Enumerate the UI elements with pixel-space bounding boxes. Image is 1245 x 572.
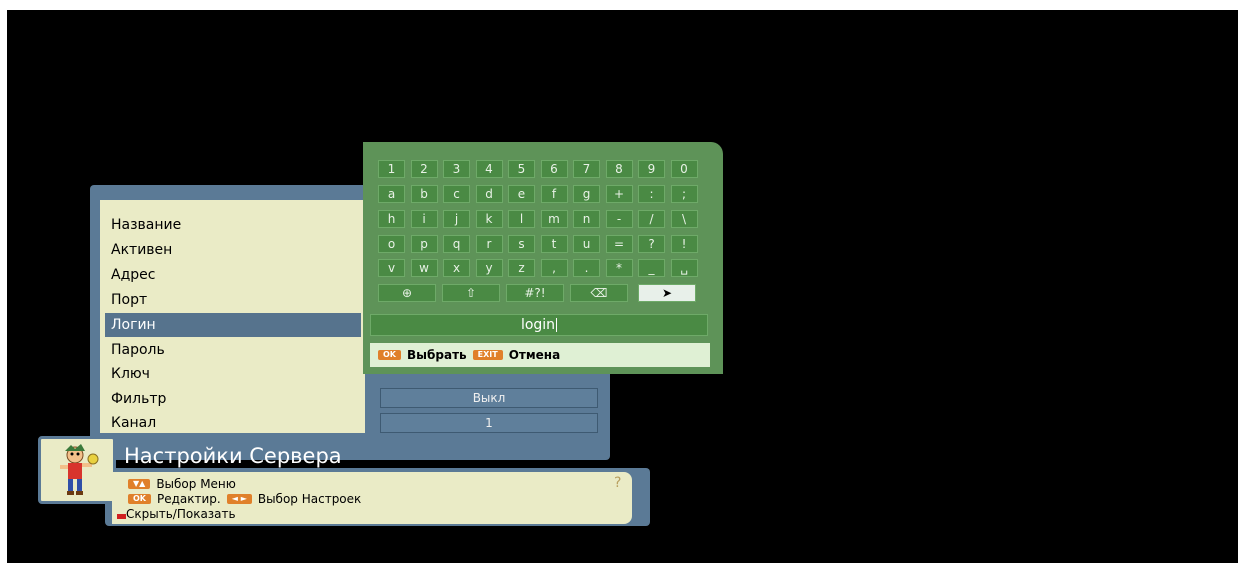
key-2-2[interactable]: j: [443, 210, 470, 228]
key-4-1[interactable]: w: [410, 259, 438, 277]
key-1-8[interactable]: :: [638, 185, 665, 203]
help-row-edit: OK Редактир. ◄ ► Выбор Настроек: [128, 492, 361, 506]
key-1-3[interactable]: d: [475, 185, 503, 203]
key-1-7[interactable]: +: [605, 185, 633, 203]
key-0-7[interactable]: 8: [605, 160, 633, 178]
key-2-1[interactable]: i: [410, 210, 438, 228]
key-3-5[interactable]: t: [540, 235, 568, 253]
key-0-0[interactable]: 1: [378, 160, 405, 178]
hint-select-label: Выбрать: [407, 348, 467, 362]
key-4-0[interactable]: v: [378, 259, 405, 277]
help-question-icon: ?: [614, 475, 622, 491]
ok-key-badge: OK: [128, 494, 151, 504]
menu-item-name[interactable]: Название: [105, 213, 361, 237]
red-key-icon: [117, 513, 126, 519]
menu-item-login[interactable]: Логин: [105, 313, 361, 337]
keyboard-input-field[interactable]: login: [370, 314, 708, 336]
key-2-6[interactable]: n: [573, 210, 600, 228]
key-0-1[interactable]: 2: [410, 160, 438, 178]
updown-key-badge: ▼▲: [128, 479, 151, 489]
key-3-1[interactable]: p: [410, 235, 438, 253]
key-0-4[interactable]: 5: [508, 160, 535, 178]
key-0-9[interactable]: 0: [670, 160, 698, 178]
key-1-0[interactable]: a: [378, 185, 405, 203]
help-label-hide: Скрыть/Показать: [126, 507, 236, 521]
exit-key-badge: EXIT: [472, 350, 503, 360]
key-3-6[interactable]: u: [573, 235, 600, 253]
ok-key-badge: OK: [378, 350, 401, 360]
enter-key[interactable]: ➤: [638, 284, 696, 302]
key-3-9[interactable]: !: [670, 235, 698, 253]
globe-key[interactable]: ⊕: [378, 284, 436, 302]
key-3-4[interactable]: s: [508, 235, 535, 253]
help-label-menu: Выбор Меню: [156, 477, 236, 491]
key-4-5[interactable]: ,: [540, 259, 568, 277]
help-row-hide: Скрыть/Показать: [117, 507, 236, 521]
menu-item-active[interactable]: Активен: [105, 238, 361, 262]
key-0-6[interactable]: 7: [573, 160, 600, 178]
help-row-menu: ▼▲ Выбор Меню: [128, 477, 236, 491]
key-0-3[interactable]: 4: [475, 160, 503, 178]
key-1-2[interactable]: c: [443, 185, 470, 203]
key-4-3[interactable]: y: [475, 259, 503, 277]
menu-item-address[interactable]: Адрес: [105, 263, 361, 287]
menu-item-channel[interactable]: Канал: [105, 411, 361, 435]
mascot-icon: [60, 444, 99, 495]
key-3-8[interactable]: ?: [638, 235, 665, 253]
key-3-2[interactable]: q: [443, 235, 470, 253]
key-2-4[interactable]: l: [508, 210, 535, 228]
key-4-4[interactable]: z: [508, 259, 535, 277]
key-0-2[interactable]: 3: [443, 160, 470, 178]
key-2-5[interactable]: m: [540, 210, 568, 228]
page-title: Настройки Сервера: [124, 444, 342, 468]
input-text: login: [520, 317, 556, 333]
key-4-6[interactable]: .: [573, 259, 600, 277]
key-1-5[interactable]: f: [540, 185, 568, 203]
avatar: [38, 436, 116, 504]
key-3-0[interactable]: o: [378, 235, 405, 253]
channel-value[interactable]: 1: [380, 413, 598, 433]
leftright-key-badge: ◄ ►: [226, 494, 252, 504]
key-1-4[interactable]: e: [508, 185, 535, 203]
menu-item-port[interactable]: Порт: [105, 288, 361, 312]
key-3-3[interactable]: r: [475, 235, 503, 253]
keyboard-hint-bar: OK Выбрать EXIT Отмена: [370, 343, 710, 367]
key-0-8[interactable]: 9: [638, 160, 665, 178]
key-4-9[interactable]: ␣: [670, 259, 698, 277]
menu-item-filter[interactable]: Фильтр: [105, 387, 361, 411]
key-1-6[interactable]: g: [573, 185, 600, 203]
key-2-7[interactable]: -: [605, 210, 633, 228]
filter-value[interactable]: Выкл: [380, 388, 598, 408]
help-label-settings: Выбор Настроек: [257, 492, 362, 506]
text-cursor: [556, 318, 558, 332]
key-4-7[interactable]: *: [605, 259, 633, 277]
help-label-edit: Редактир.: [157, 492, 221, 506]
key-1-1[interactable]: b: [410, 185, 438, 203]
key-4-2[interactable]: x: [443, 259, 470, 277]
key-2-3[interactable]: k: [475, 210, 503, 228]
backspace-key[interactable]: ⌫: [570, 284, 628, 302]
key-0-5[interactable]: 6: [540, 160, 568, 178]
menu-item-key[interactable]: Ключ: [105, 362, 361, 386]
key-3-7[interactable]: =: [605, 235, 633, 253]
key-1-9[interactable]: ;: [670, 185, 698, 203]
key-2-0[interactable]: h: [378, 210, 405, 228]
hint-cancel-label: Отмена: [508, 348, 561, 362]
key-4-8[interactable]: _: [638, 259, 665, 277]
shift-key[interactable]: ⇧: [442, 284, 500, 302]
key-2-9[interactable]: \: [670, 210, 698, 228]
menu-item-password[interactable]: Пароль: [105, 338, 361, 362]
symbols-key[interactable]: #?!: [506, 284, 564, 302]
key-2-8[interactable]: /: [638, 210, 665, 228]
